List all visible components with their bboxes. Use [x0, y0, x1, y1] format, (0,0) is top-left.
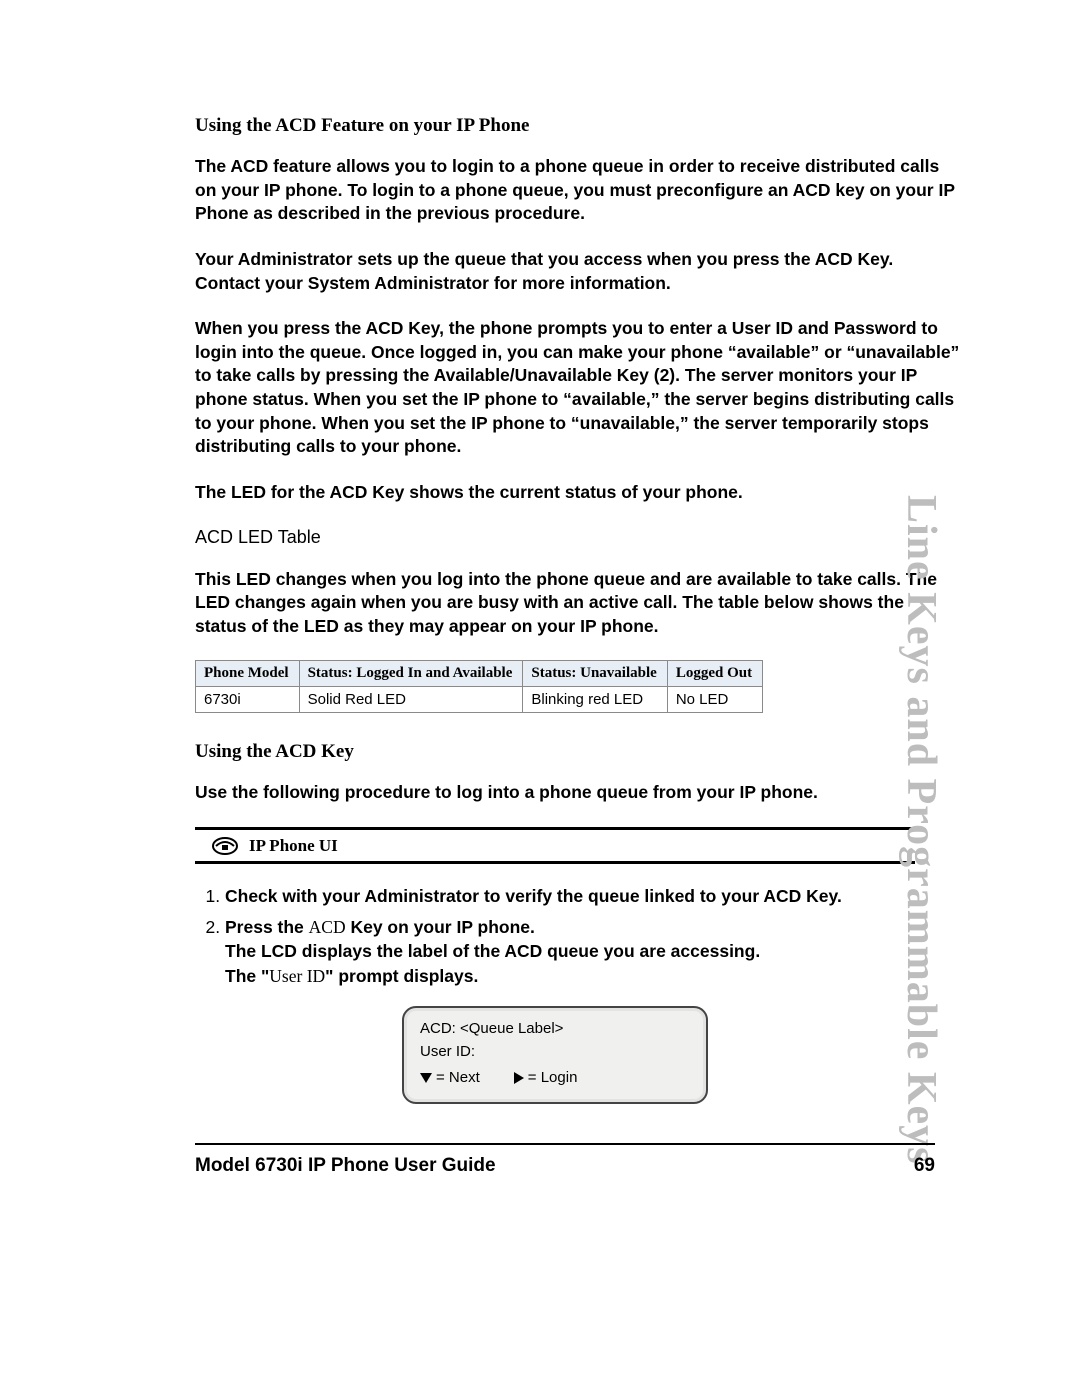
table-header-row: Phone Model Status: Logged In and Availa… [196, 661, 763, 687]
step-text: Key on your IP phone. [346, 917, 535, 937]
paragraph: This LED changes when you log into the p… [195, 568, 960, 639]
footer-page-number: 69 [914, 1155, 935, 1177]
th-status-unavailable: Status: Unavailable [523, 661, 667, 687]
td-logged-out: No LED [667, 687, 762, 713]
paragraph: The LED for the ACD Key shows the curren… [195, 481, 960, 505]
acd-led-table: Phone Model Status: Logged In and Availa… [195, 660, 763, 713]
td-phone-model: 6730i [196, 687, 300, 713]
paragraph: The ACD feature allows you to login to a… [195, 155, 960, 226]
th-phone-model: Phone Model [196, 661, 300, 687]
section-heading-acd-feature: Using the ACD Feature on your IP Phone [195, 115, 960, 137]
paragraph: Use the following procedure to log into … [195, 781, 960, 805]
section-heading-acd-key: Using the ACD Key [195, 741, 960, 763]
td-status-unavailable: Blinking red LED [523, 687, 667, 713]
lcd-screen-mock: ACD: <Queue Label> User ID: = Next = Log… [402, 1006, 708, 1104]
procedure-list: Check with your Administrator to verify … [195, 884, 960, 988]
document-page: Line Keys and Programmable Keys Using th… [0, 0, 1080, 1397]
paragraph: When you press the ACD Key, the phone pr… [195, 317, 960, 459]
ip-phone-ui-banner: IP Phone UI [195, 827, 915, 864]
step-text: The LCD displays the label of the ACD qu… [225, 941, 760, 961]
footer-title: Model 6730i IP Phone User Guide [195, 1155, 496, 1177]
lcd-login: = Login [514, 1067, 578, 1090]
list-item: Check with your Administrator to verify … [225, 884, 960, 909]
th-logged-out: Logged Out [667, 661, 762, 687]
ip-phone-ui-label: IP Phone UI [249, 836, 338, 856]
lcd-wrapper: ACD: <Queue Label> User ID: = Next = Log… [195, 1006, 915, 1104]
table-caption: ACD LED Table [195, 527, 960, 548]
list-item: Press the ACD Key on your IP phone. The … [225, 915, 960, 989]
step-text-serif: ACD [309, 917, 346, 937]
triangle-right-icon [514, 1072, 524, 1084]
td-status-available: Solid Red LED [299, 687, 523, 713]
step-text: Press the [225, 917, 309, 937]
step-text-serif: User ID [269, 966, 325, 986]
table-row: 6730i Solid Red LED Blinking red LED No … [196, 687, 763, 713]
lcd-login-label: = Login [528, 1067, 578, 1090]
page-footer: Model 6730i IP Phone User Guide 69 [195, 1143, 935, 1177]
lcd-line1: ACD: <Queue Label> [420, 1018, 690, 1041]
paragraph: Your Administrator sets up the queue tha… [195, 248, 960, 295]
th-status-available: Status: Logged In and Available [299, 661, 523, 687]
lcd-next-label: = Next [436, 1067, 480, 1090]
side-section-label: Line Keys and Programmable Keys [897, 495, 945, 1165]
step-text: " prompt displays. [325, 966, 478, 986]
lcd-line2: User ID: [420, 1041, 690, 1064]
step-text: The " [225, 966, 269, 986]
triangle-down-icon [420, 1073, 432, 1083]
step-text: Check with your Administrator to verify … [225, 886, 842, 906]
lcd-next: = Next [420, 1067, 480, 1090]
phone-ui-icon [211, 836, 239, 856]
